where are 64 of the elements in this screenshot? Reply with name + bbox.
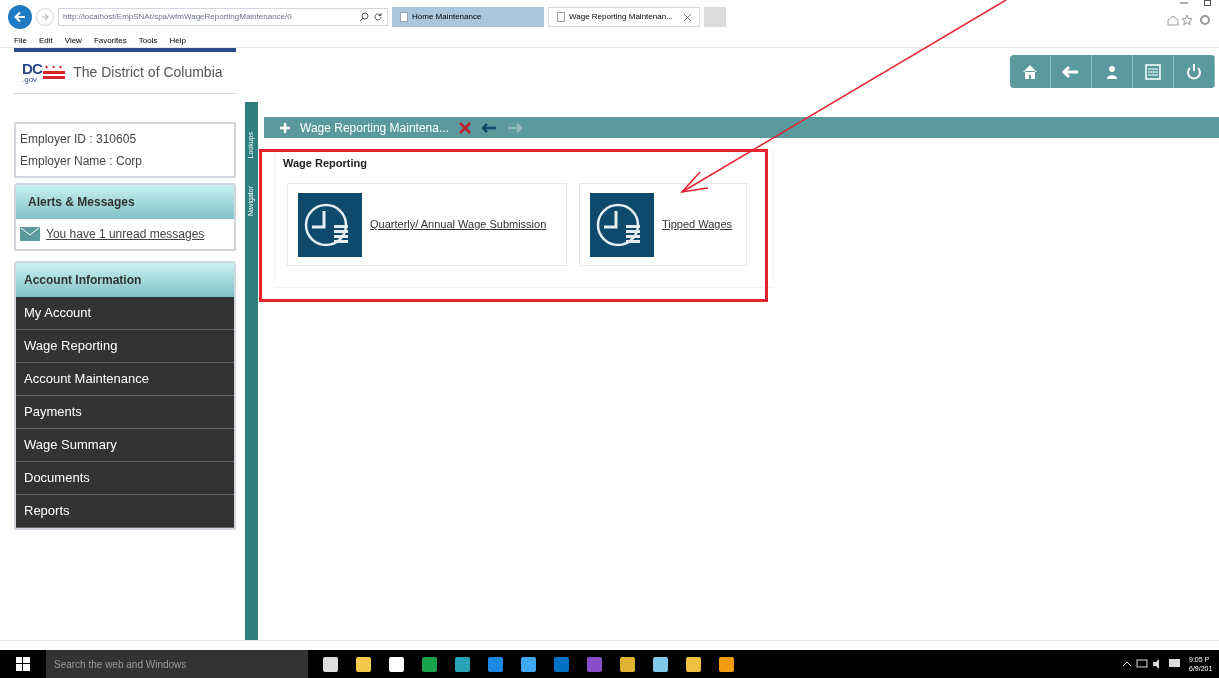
menu-item[interactable]: Tools (138, 34, 158, 47)
page-icon (557, 12, 565, 22)
employer-info: Employer ID : 310605 (20, 131, 138, 148)
menu-card[interactable]: Quarterly/ Annual Wage Submission (287, 183, 567, 266)
search-placeholder: Search the web and Windows (54, 657, 187, 672)
menu-item[interactable]: View (64, 34, 82, 47)
panel-header: Alerts & Messages (16, 185, 234, 219)
list-button[interactable] (1133, 55, 1174, 88)
nav-item[interactable]: Documents (16, 462, 234, 495)
back-arrow-button[interactable] (1051, 55, 1092, 88)
menu-item[interactable]: Edit (38, 34, 53, 47)
minimize-icon[interactable] (1180, 0, 1188, 6)
tray-icons[interactable] (1121, 658, 1183, 670)
back-button[interactable] (8, 5, 32, 29)
card-link[interactable]: Quarterly/ Annual Wage Submission (370, 216, 547, 233)
card-link[interactable]: Tipped Wages (662, 216, 733, 233)
browser-tab[interactable]: Wage Reporting Maintenan... (548, 7, 700, 27)
app-icon[interactable] (454, 655, 471, 673)
menu-item[interactable]: Favorites (93, 34, 127, 47)
home-button[interactable] (1010, 55, 1051, 88)
app-icon[interactable] (718, 655, 735, 673)
url-text: http://localhost/EmpSNAt/spa/wfmWageReportingMaintenance/0 (63, 11, 293, 23)
logo-text: DC (22, 61, 43, 76)
person-button[interactable] (1092, 55, 1133, 88)
clock-icon (590, 192, 654, 257)
employer-info: Employer Name : Corp (20, 153, 144, 170)
tab-label: Home Maintenance (412, 11, 483, 23)
windows-icon[interactable] (16, 657, 30, 671)
clock-icon (298, 192, 362, 257)
restore-icon[interactable] (1204, 0, 1211, 6)
menu-item[interactable]: Help (169, 34, 186, 47)
app-icon[interactable] (421, 655, 438, 673)
site-title: The District of Columbia (73, 63, 223, 82)
nav-item[interactable]: Wage Summary (16, 429, 234, 462)
envelope-icon (20, 227, 40, 241)
messages-link[interactable]: You have 1 unread messages (46, 225, 205, 243)
close-icon[interactable] (684, 13, 691, 21)
back-arrow-icon[interactable] (480, 122, 497, 133)
power-icon (1184, 61, 1204, 82)
plus-icon[interactable] (280, 122, 290, 133)
flag-icon (43, 64, 66, 81)
forward-arrow-icon (40, 12, 50, 22)
tab-label: Wage Reporting Maintenan... (569, 11, 674, 23)
app-icon[interactable] (652, 655, 669, 673)
nav-item[interactable]: My Account (16, 297, 234, 330)
menu-card[interactable]: Tipped Wages (579, 183, 747, 266)
list-icon (1143, 61, 1163, 82)
back-arrow-icon (13, 10, 27, 24)
search-icon[interactable] (359, 12, 369, 22)
address-bar[interactable]: http://localhost/EmpSNAt/spa/wfmWageReportingMaintenance/0 (58, 8, 388, 26)
page-icon (400, 12, 408, 22)
app-icon[interactable] (520, 655, 537, 673)
logo-text: .gov (22, 76, 39, 84)
section-title: Wage Reporting (283, 156, 367, 171)
nav-item[interactable]: Payments (16, 396, 234, 429)
browser-tab[interactable]: Home Maintenance (392, 7, 544, 27)
nav-item[interactable]: Reports (16, 495, 234, 528)
taskbar-search[interactable]: Search the web and Windows (46, 650, 308, 678)
nav-item[interactable]: Account Maintenance (16, 363, 234, 396)
nav-item[interactable]: Wage Reporting (16, 330, 234, 363)
refresh-icon[interactable] (373, 12, 383, 22)
power-button[interactable] (1174, 55, 1215, 88)
menu-item[interactable]: File (14, 34, 27, 47)
panel-header: Account Information (16, 263, 234, 297)
